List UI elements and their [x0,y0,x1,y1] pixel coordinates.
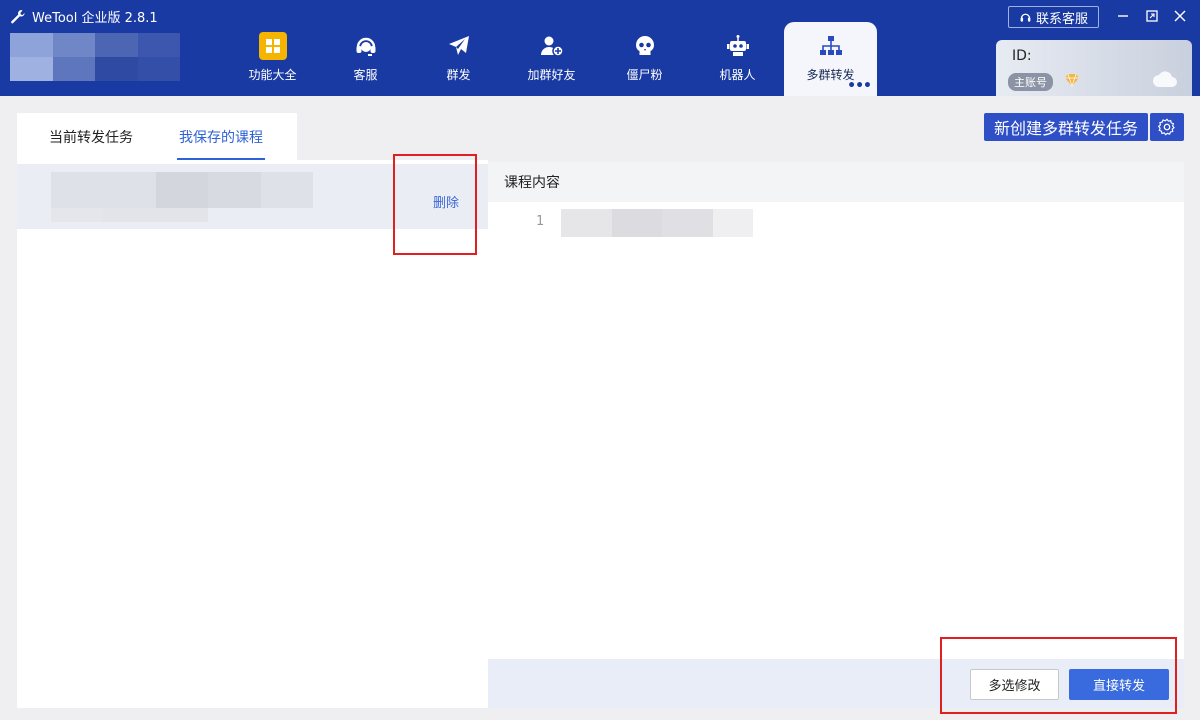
nav-item-label: 功能大全 [248,68,297,82]
paper-plane-icon [445,32,473,60]
delete-link[interactable]: 删除 [433,192,459,211]
content-header: 课程内容 [488,162,1184,202]
minimize-icon[interactable] [1113,6,1133,26]
tab-label: 当前转发任务 [49,129,133,146]
nav-item-features[interactable]: 功能大全 [226,22,319,96]
contact-support-label: 联系客服 [1035,11,1088,27]
line-number: 1 [536,214,545,229]
skull-icon [631,32,659,60]
wrench-icon [11,9,25,23]
account-id-label: ID: [1012,48,1032,64]
multi-select-edit-label: 多选修改 [988,679,1041,694]
grid-icon [258,32,287,60]
avatar [10,33,180,81]
nav-item-label: 机器人 [719,68,756,82]
direct-forward-label: 直接转发 [1092,679,1145,694]
title-bar: WeTool 企业版 2.8.1 功能大全 客服 群发 加群好友 僵尸粉 机器人… [0,0,1200,96]
cloud-icon [1153,71,1177,87]
new-forward-task-button[interactable]: 新创建多群转发任务 [984,113,1148,141]
robot-icon [724,32,752,60]
headset-icon [352,32,380,60]
gear-icon [1158,118,1175,136]
support-icon [1020,13,1031,22]
nav-item-multi-group-forward[interactable]: 多群转发 ••• [784,22,877,96]
more-dots-icon[interactable]: ••• [847,78,872,94]
close-icon[interactable] [1170,6,1190,26]
main-nav: 功能大全 客服 群发 加群好友 僵尸粉 机器人 多群转发 ••• [226,22,877,96]
tab-saved-courses[interactable]: 我保存的课程 [163,113,279,160]
maximize-icon[interactable] [1142,6,1162,26]
course-title-blurred [51,172,313,222]
nav-item-label: 客服 [353,68,378,82]
app-title-text: WeTool 企业版 2.8.1 [32,11,158,26]
tab-label: 我保存的课程 [179,129,263,146]
nav-item-label: 僵尸粉 [626,68,663,82]
content-header-title: 课程内容 [504,175,560,191]
nav-item-customer-service[interactable]: 客服 [319,22,412,96]
content-editor[interactable]: 1 [488,202,1184,659]
nav-item-label: 加群好友 [527,68,576,82]
add-user-icon [538,32,566,60]
content-line-blurred [561,209,753,237]
org-chart-icon [817,32,845,60]
nav-item-robot[interactable]: 机器人 [691,22,784,96]
task-tabs: 当前转发任务 我保存的课程 [17,113,297,160]
account-card[interactable]: ID: 主账号 [996,40,1192,96]
diamond-icon [1065,73,1079,88]
new-forward-task-label: 新创建多群转发任务 [993,119,1138,138]
app-title: WeTool 企业版 2.8.1 [10,7,158,26]
direct-forward-button[interactable]: 直接转发 [1069,669,1169,700]
nav-item-add-group-friends[interactable]: 加群好友 [505,22,598,96]
settings-button[interactable] [1150,113,1184,141]
multi-select-edit-button[interactable]: 多选修改 [970,669,1059,700]
nav-item-label: 群发 [446,68,471,82]
nav-item-zombie-fans[interactable]: 僵尸粉 [598,22,691,96]
tab-current-tasks[interactable]: 当前转发任务 [17,113,163,160]
list-item[interactable]: 删除 [17,164,488,229]
account-type-badge: 主账号 [1008,73,1053,91]
saved-course-list: 删除 [17,160,488,708]
course-content-panel: 课程内容 1 [488,162,1184,659]
contact-support-button[interactable]: 联系客服 [1008,6,1099,28]
nav-item-broadcast[interactable]: 群发 [412,22,505,96]
